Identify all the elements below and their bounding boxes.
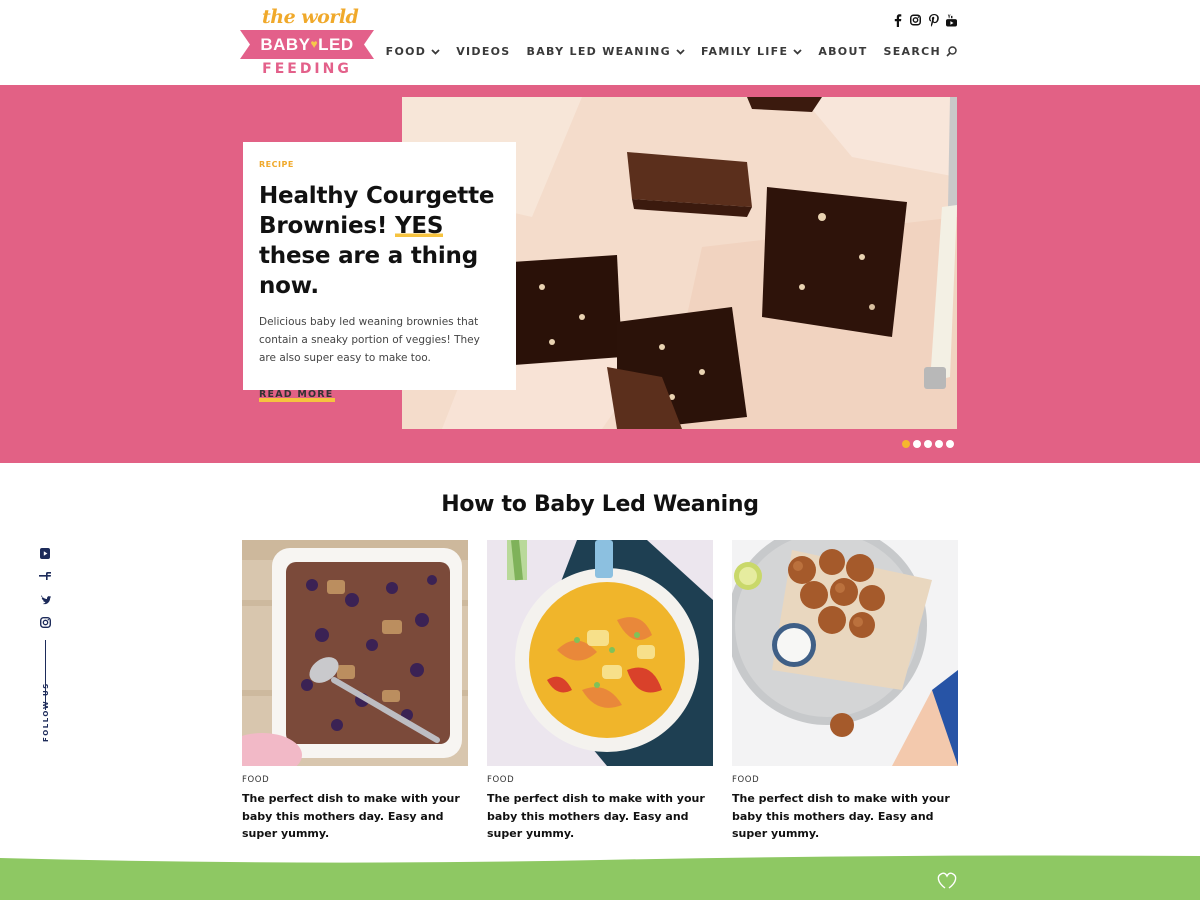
youtube-icon[interactable] bbox=[39, 546, 51, 560]
nav-label: VIDEOS bbox=[456, 45, 511, 58]
card-tag[interactable]: FOOD bbox=[732, 775, 958, 785]
nav-label: FAMILY LIFE bbox=[700, 45, 789, 58]
slider-dot-5[interactable] bbox=[946, 440, 954, 448]
header-social-links bbox=[892, 13, 957, 27]
hero-title-highlight: YES bbox=[394, 213, 444, 239]
read-more-link[interactable]: READ MORE bbox=[259, 389, 336, 402]
follow-us-sidebar: FOLLOW US bbox=[30, 530, 60, 750]
main-nav: FOOD VIDEOS BABY LED WEANING FAMILY LIFE… bbox=[386, 45, 957, 58]
card-image-blueberry-bake[interactable] bbox=[242, 540, 468, 766]
brownie bbox=[512, 255, 622, 365]
nav-item-search[interactable]: SEARCH bbox=[884, 45, 958, 58]
nav-label: FOOD bbox=[385, 45, 427, 58]
slider-dot-1[interactable] bbox=[902, 440, 910, 448]
nav-item-baby-led-weaning[interactable]: BABY LED WEANING bbox=[527, 45, 685, 58]
brownie bbox=[762, 187, 907, 337]
logo-led: LED bbox=[318, 35, 354, 54]
facebook-icon[interactable] bbox=[39, 569, 51, 583]
nav-item-food[interactable]: FOOD bbox=[386, 45, 441, 58]
heart-icon: ♥ bbox=[310, 37, 319, 51]
logo-baby: BABY bbox=[260, 35, 311, 54]
hero-title[interactable]: Healthy Courgette Brownies! YES these ar… bbox=[259, 181, 500, 301]
follow-icons bbox=[39, 546, 51, 629]
instagram-icon[interactable] bbox=[39, 615, 51, 629]
hero-banner: RECIPE Healthy Courgette Brownies! YES t… bbox=[0, 85, 1200, 463]
slider-dots bbox=[902, 440, 954, 448]
article-card[interactable]: FOOD The perfect dish to make with your … bbox=[732, 540, 958, 843]
chevron-down-icon bbox=[431, 48, 440, 55]
nav-label: SEARCH bbox=[883, 45, 941, 58]
card-title[interactable]: The perfect dish to make with your baby … bbox=[487, 790, 713, 843]
article-card[interactable]: FOOD The perfect dish to make with your … bbox=[487, 540, 713, 843]
card-image-falafel-plate[interactable] bbox=[732, 540, 958, 766]
brownie bbox=[627, 152, 752, 217]
instagram-icon[interactable] bbox=[910, 13, 921, 27]
logo-bottom-text: FEEDING bbox=[262, 61, 352, 77]
card-image-curry-pot[interactable] bbox=[487, 540, 713, 766]
logo-ribbon-text: BABY♥LED bbox=[240, 35, 374, 55]
card-title[interactable]: The perfect dish to make with your baby … bbox=[732, 790, 958, 843]
slider-dot-3[interactable] bbox=[924, 440, 932, 448]
hero-tag[interactable]: RECIPE bbox=[259, 160, 500, 169]
hero-title-part2: these are a thing now. bbox=[259, 243, 478, 299]
article-cards: FOOD The perfect dish to make with your … bbox=[242, 540, 958, 843]
hero-card: RECIPE Healthy Courgette Brownies! YES t… bbox=[243, 142, 516, 402]
footer-wave bbox=[0, 855, 1200, 900]
article-card[interactable]: FOOD The perfect dish to make with your … bbox=[242, 540, 468, 843]
twitter-icon[interactable] bbox=[39, 592, 51, 606]
youtube-icon[interactable] bbox=[946, 13, 957, 27]
nav-label: BABY LED WEANING bbox=[526, 45, 671, 58]
nav-item-videos[interactable]: VIDEOS bbox=[456, 45, 510, 58]
nav-label: ABOUT bbox=[818, 45, 868, 58]
hero-title-part1: Healthy Courgette Brownies! bbox=[259, 183, 495, 239]
site-header: the world of BABY♥LED FEEDING FOOD VIDEO… bbox=[0, 0, 1200, 85]
search-icon bbox=[946, 46, 957, 57]
pinterest-icon[interactable] bbox=[928, 13, 939, 27]
chevron-down-icon bbox=[676, 48, 685, 55]
nav-item-about[interactable]: ABOUT bbox=[818, 45, 867, 58]
card-title[interactable]: The perfect dish to make with your baby … bbox=[242, 790, 468, 843]
slider-dot-4[interactable] bbox=[935, 440, 943, 448]
card-tag[interactable]: FOOD bbox=[242, 775, 468, 785]
section-title: How to Baby Led Weaning bbox=[441, 492, 759, 517]
card-tag[interactable]: FOOD bbox=[487, 775, 713, 785]
facebook-icon[interactable] bbox=[892, 13, 903, 27]
hero-description: Delicious baby led weaning brownies that… bbox=[259, 316, 480, 364]
site-logo[interactable]: the world of BABY♥LED FEEDING bbox=[240, 6, 374, 78]
follow-us-label: FOLLOW US bbox=[42, 682, 50, 742]
chevron-down-icon bbox=[793, 48, 802, 55]
nav-item-family-life[interactable]: FAMILY LIFE bbox=[701, 45, 802, 58]
slider-dot-2[interactable] bbox=[913, 440, 921, 448]
